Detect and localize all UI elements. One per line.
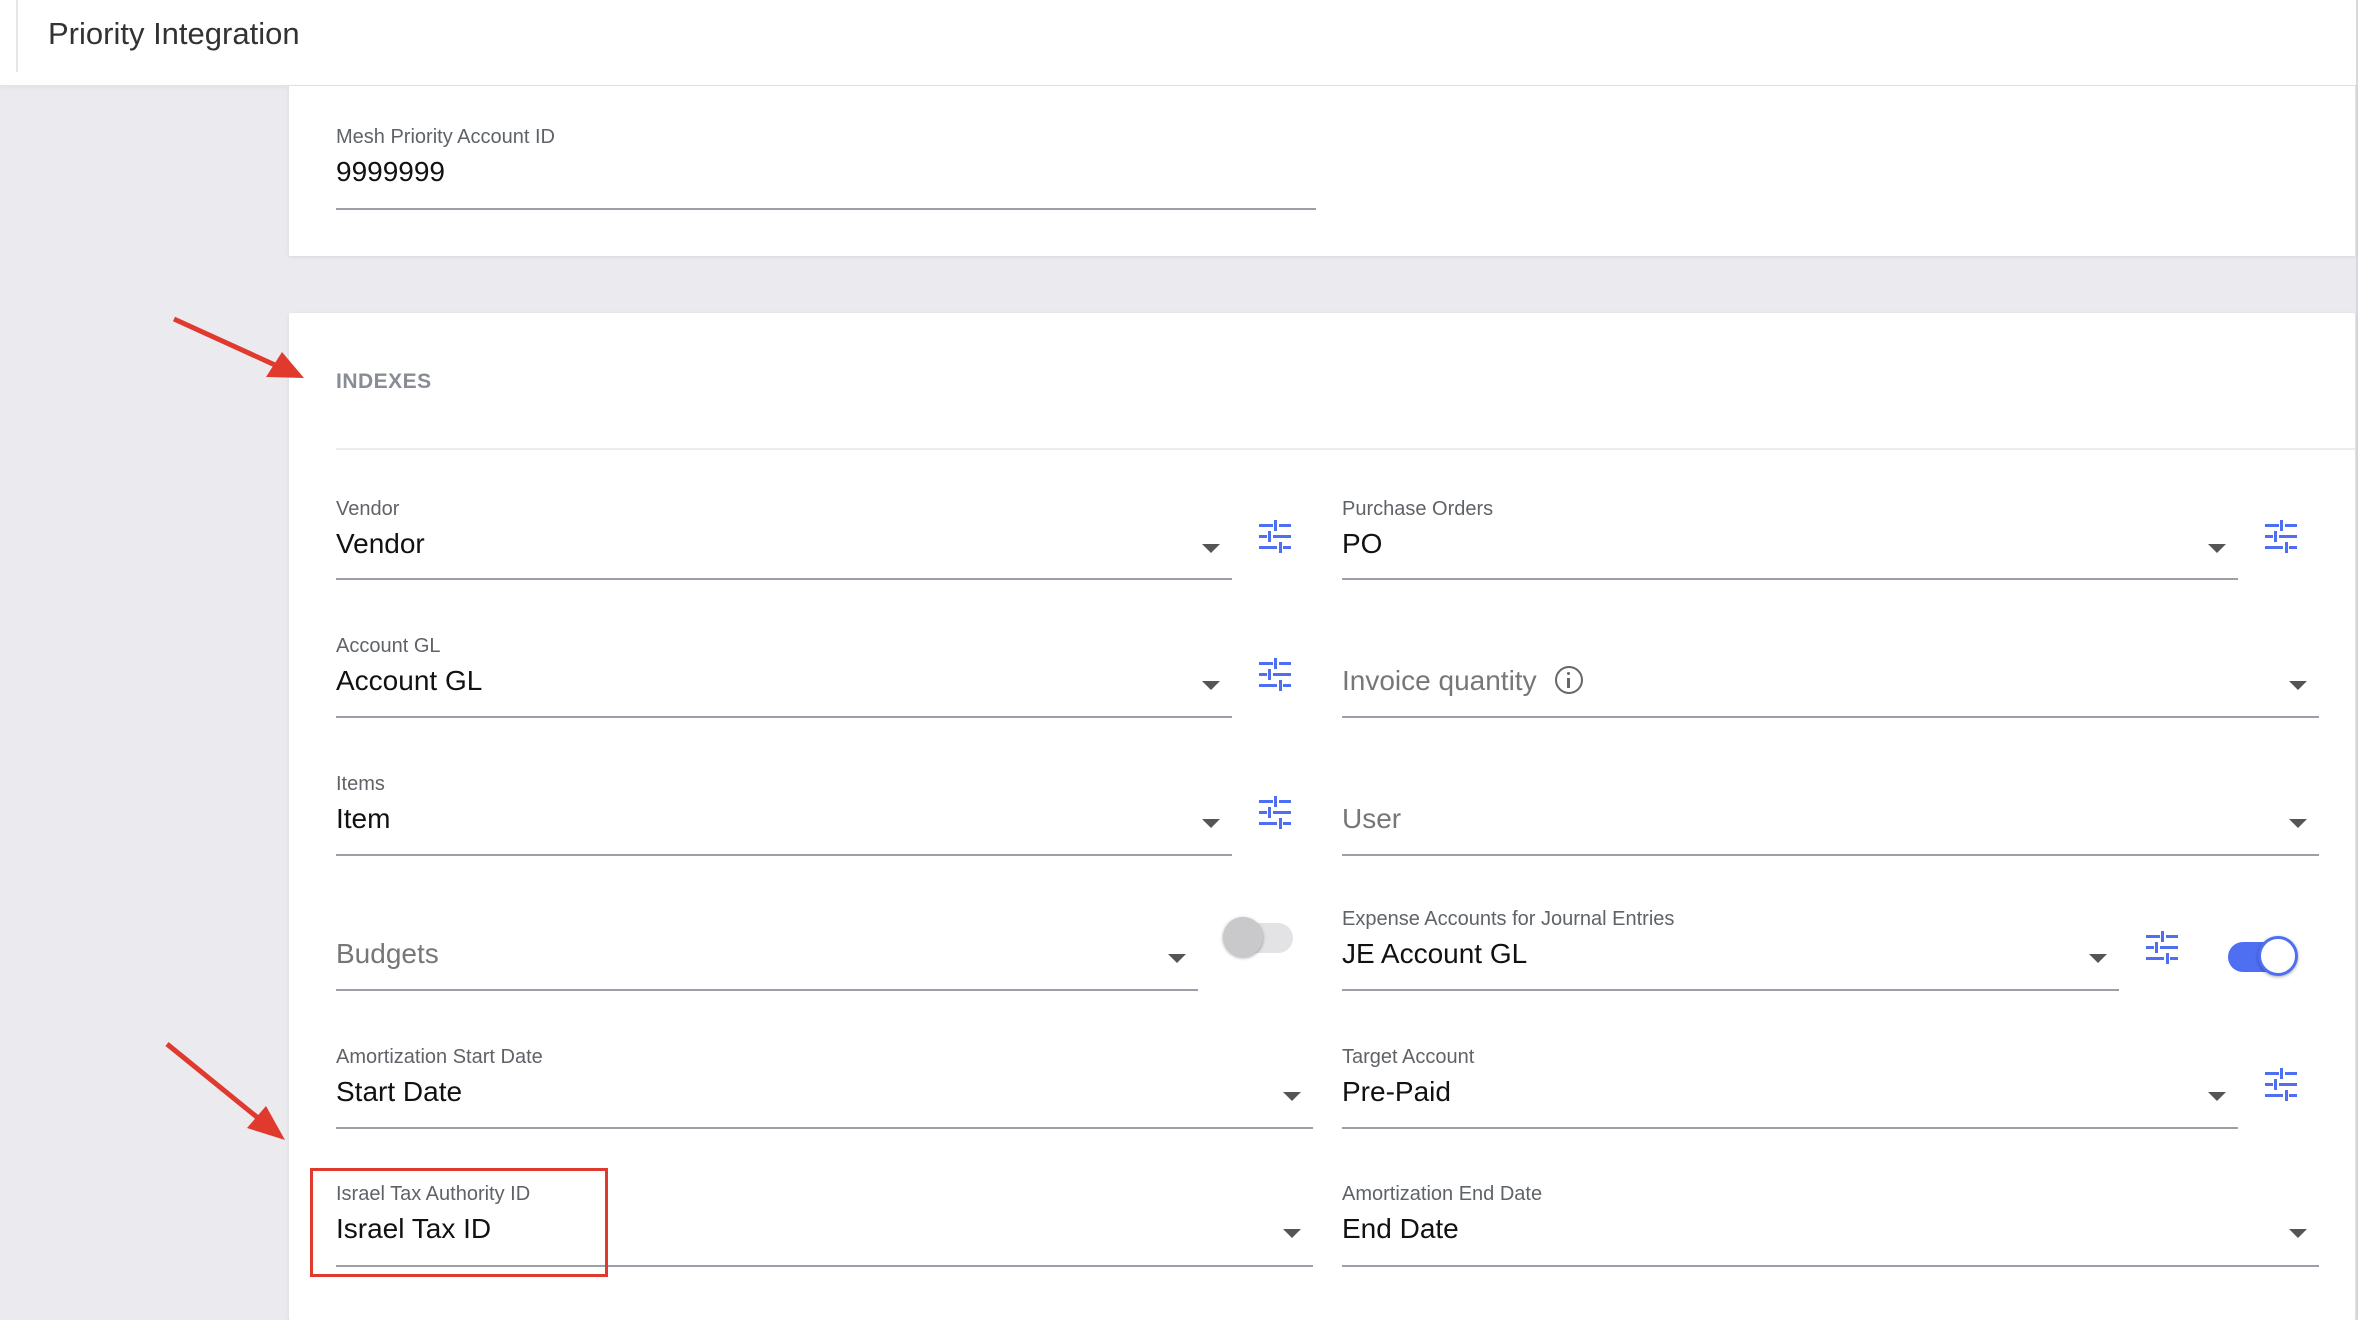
budgets-select[interactable]: Budgets — [336, 908, 1198, 991]
field-value: Item — [336, 803, 391, 834]
field-label: Amortization End Date — [1342, 1183, 1543, 1205]
field-underline — [1342, 716, 2319, 718]
mesh-account-id-field[interactable]: Mesh Priority Account ID 9999999 — [336, 126, 1316, 210]
dropdown-caret-icon — [1168, 954, 1186, 963]
field-value: Pre-Paid — [1342, 1076, 1451, 1107]
target-account-select[interactable]: Target Account Pre-Paid — [1342, 1046, 2238, 1129]
field-underline — [336, 578, 1232, 580]
invoice-quantity-select[interactable]: Invoice quantity — [1342, 635, 2319, 718]
amortization-start-select[interactable]: Amortization Start Date Start Date — [336, 1046, 1313, 1129]
amortization-end-select[interactable]: Amortization End Date End Date — [1342, 1183, 2319, 1267]
field-value: Start Date — [336, 1076, 463, 1107]
annotation-highlight-box — [310, 1168, 608, 1277]
field-label: Purchase Orders — [1342, 498, 1494, 520]
field-underline — [1342, 989, 2119, 991]
field-value: PO — [1342, 528, 1383, 559]
vendor-select[interactable]: Vendor Vendor — [336, 498, 1232, 580]
tune-icon[interactable] — [1257, 658, 1293, 692]
field-label: Amortization Start Date — [336, 1046, 543, 1068]
field-placeholder: User — [1342, 803, 1402, 834]
tune-icon[interactable] — [2144, 931, 2180, 965]
top-bar-divider — [16, 0, 18, 72]
field-underline — [336, 989, 1198, 991]
dropdown-caret-icon — [2208, 1092, 2226, 1101]
dropdown-caret-icon — [1202, 819, 1220, 828]
dropdown-caret-icon — [1202, 544, 1220, 553]
field-underline — [1342, 578, 2238, 580]
field-value: End Date — [1342, 1213, 1459, 1244]
window-edge — [2356, 0, 2366, 1320]
field-underline — [336, 1127, 1313, 1129]
expense-accounts-toggle[interactable] — [2226, 936, 2298, 976]
section-divider — [336, 448, 2355, 450]
dropdown-caret-icon — [2289, 819, 2307, 828]
field-value: Account GL — [336, 665, 483, 696]
field-label: Account GL — [336, 635, 441, 657]
field-placeholder: Budgets — [336, 938, 439, 969]
field-underline — [336, 208, 1316, 210]
page-title: Priority Integration — [48, 16, 300, 51]
field-label: Expense Accounts for Journal Entries — [1342, 908, 1675, 930]
field-underline — [1342, 1127, 2238, 1129]
field-label: Target Account — [1342, 1046, 1475, 1068]
tune-icon[interactable] — [1257, 796, 1293, 830]
tune-icon[interactable] — [2263, 520, 2299, 554]
field-underline — [336, 854, 1232, 856]
dropdown-caret-icon — [2289, 1229, 2307, 1238]
top-bar: Priority Integration — [0, 0, 2356, 86]
tune-icon[interactable] — [2263, 1068, 2299, 1102]
user-select[interactable]: User — [1342, 773, 2319, 856]
field-underline — [336, 716, 1232, 718]
placeholder-text: Invoice quantity — [1342, 665, 1537, 696]
field-label: Mesh Priority Account ID — [336, 126, 555, 148]
items-select[interactable]: Items Item — [336, 773, 1232, 856]
field-label: Items — [336, 773, 385, 795]
expense-accounts-select[interactable]: Expense Accounts for Journal Entries JE … — [1342, 908, 2119, 991]
purchase-orders-select[interactable]: Purchase Orders PO — [1342, 498, 2238, 580]
annotation-arrow-icon — [172, 316, 304, 378]
field-value: JE Account GL — [1342, 938, 1528, 969]
dropdown-caret-icon — [1283, 1229, 1301, 1238]
field-label: Vendor — [336, 498, 400, 520]
section-heading: INDEXES — [336, 370, 432, 393]
field-value: 9999999 — [336, 156, 446, 187]
toggle-knob — [1223, 917, 1263, 957]
dropdown-caret-icon — [1202, 681, 1220, 690]
dropdown-caret-icon — [1283, 1092, 1301, 1101]
dropdown-caret-icon — [2289, 681, 2307, 690]
account-card: Mesh Priority Account ID 9999999 — [289, 86, 2355, 256]
field-value: Vendor — [336, 528, 425, 559]
field-underline — [1342, 854, 2319, 856]
info-icon[interactable] — [1554, 665, 1583, 694]
dropdown-caret-icon — [2208, 544, 2226, 553]
budgets-toggle[interactable] — [1223, 917, 1295, 957]
dropdown-caret-icon — [2089, 954, 2107, 963]
account-gl-select[interactable]: Account GL Account GL — [336, 635, 1232, 718]
tune-icon[interactable] — [1257, 520, 1293, 554]
annotation-arrow-icon — [165, 1042, 285, 1140]
toggle-knob — [2258, 936, 2298, 976]
field-underline — [1342, 1265, 2319, 1267]
field-placeholder: Invoice quantity — [1342, 665, 1583, 697]
